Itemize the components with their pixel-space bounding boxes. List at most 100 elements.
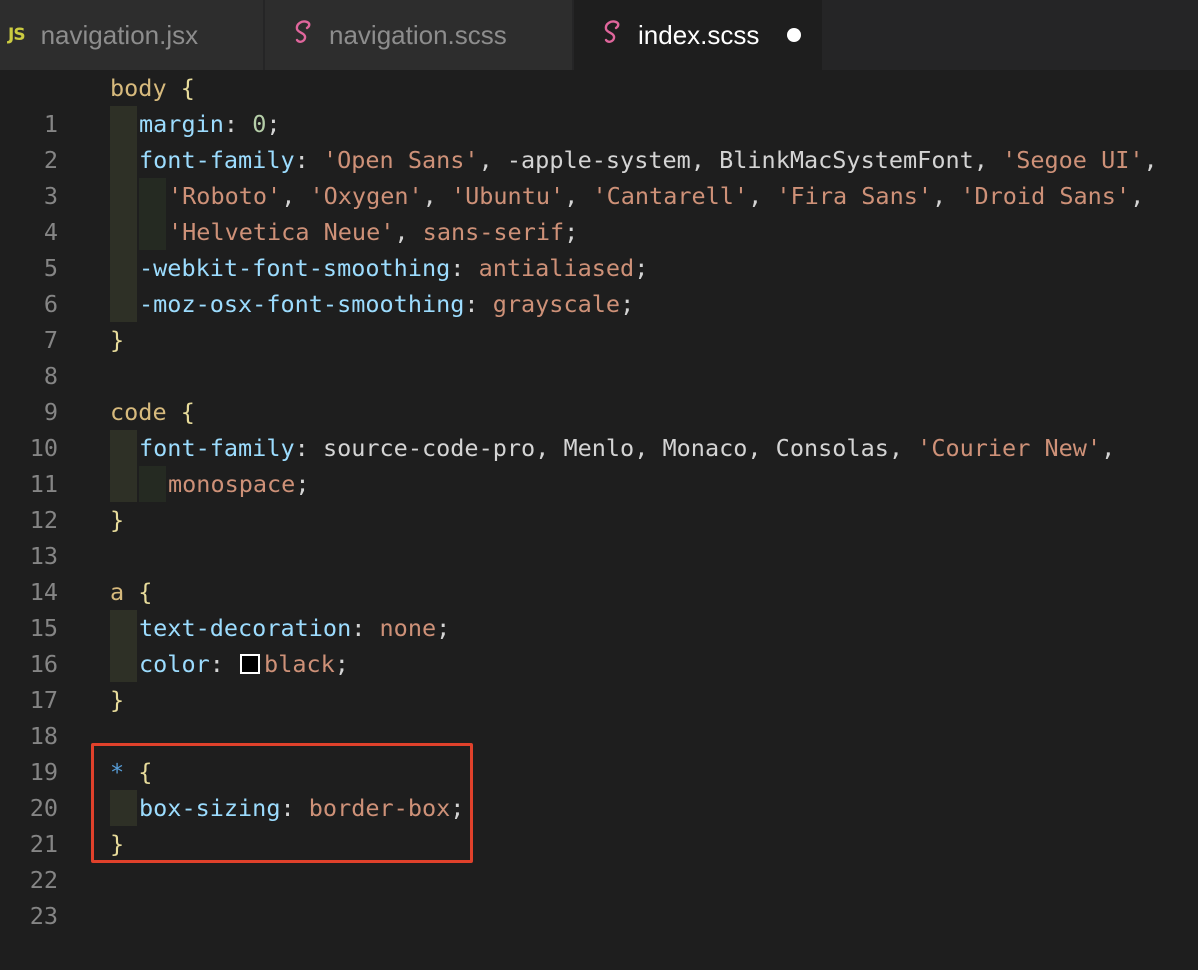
- indent-guide: [110, 286, 137, 322]
- code-line: 9: [0, 358, 1198, 426]
- tab-label: navigation.scss: [329, 19, 507, 50]
- comma: ,: [1130, 182, 1145, 210]
- indent-guide: [110, 178, 137, 214]
- colon: :: [209, 650, 239, 678]
- code-line: 18 }: [0, 682, 1198, 750]
- comma: ,: [281, 182, 310, 210]
- code-line: 17 color: black;: [0, 646, 1198, 714]
- indent-guide: [139, 178, 166, 214]
- colon: :: [294, 146, 323, 174]
- color-swatch-icon[interactable]: [240, 654, 261, 674]
- value: none: [379, 614, 437, 642]
- semicolon: ;: [334, 650, 349, 678]
- plain-text: , -apple-system, BlinkMacSystemFont,: [478, 146, 1003, 174]
- string: 'Open Sans': [322, 146, 479, 174]
- code-line: 11 font-family: source-code-pro, Menlo, …: [0, 430, 1198, 498]
- comma: ,: [932, 182, 961, 210]
- code-line: 5 'Helvetica Neue', sans-serif;: [0, 214, 1198, 282]
- semicolon: ;: [564, 218, 579, 246]
- indent-guide: [139, 466, 166, 502]
- indent-guide: [110, 142, 137, 178]
- selector: code: [110, 398, 167, 426]
- string: 'Oxygen': [309, 182, 423, 210]
- code-line: 4 'Roboto', 'Oxygen', 'Ubuntu', 'Cantare…: [0, 178, 1198, 246]
- code-line: 6 -webkit-font-smoothing: antialiased;: [0, 250, 1198, 318]
- string: 'Ubuntu': [450, 182, 565, 210]
- selector: a: [110, 578, 125, 606]
- value: black: [264, 650, 335, 678]
- semicolon: ;: [266, 110, 281, 138]
- code-line: 23: [0, 862, 1198, 930]
- string: 'Fira Sans': [776, 182, 933, 210]
- colon: :: [450, 254, 479, 282]
- string: 'Helvetica Neue': [168, 218, 395, 246]
- tab-label: index.scss: [638, 19, 760, 50]
- indent-guide: [110, 430, 137, 466]
- indent-guide: [110, 214, 137, 250]
- open-brace: {: [166, 74, 195, 102]
- property: font-family: [139, 146, 295, 174]
- property: margin: [139, 110, 224, 138]
- comma: ,: [1101, 434, 1116, 462]
- semicolon: ;: [620, 290, 635, 318]
- code-line: 2 margin: 0;: [0, 106, 1198, 174]
- value: sans-serif: [422, 218, 565, 246]
- value: monospace: [168, 470, 296, 498]
- string: 'Cantarell': [592, 182, 749, 210]
- comma: ,: [748, 182, 777, 210]
- property: color: [139, 650, 210, 678]
- tab-bar: JS navigation.jsx navigation.scss index.…: [0, 0, 1198, 70]
- tab-index-scss[interactable]: index.scss: [574, 0, 822, 70]
- property: -moz-osx-font-smoothing: [139, 290, 465, 318]
- string: 'Courier New': [917, 434, 1102, 462]
- close-brace: }: [110, 506, 125, 534]
- annotation-highlight-box: [91, 743, 473, 863]
- string: 'Droid Sans': [960, 182, 1131, 210]
- semicolon: ;: [436, 614, 451, 642]
- line-number: 23: [29, 902, 58, 930]
- property: -webkit-font-smoothing: [139, 254, 451, 282]
- string: 'Roboto': [168, 182, 282, 210]
- comma: ,: [394, 218, 423, 246]
- tab-navigation-jsx[interactable]: JS navigation.jsx: [0, 0, 265, 70]
- close-brace: }: [110, 326, 125, 354]
- unsaved-changes-dot-icon[interactable]: [787, 28, 802, 42]
- semicolon: ;: [295, 470, 310, 498]
- value: 0: [252, 110, 267, 138]
- semicolon: ;: [634, 254, 649, 282]
- comma: ,: [1143, 146, 1158, 174]
- code-line: 10 code {: [0, 394, 1198, 462]
- code-line: 14: [0, 538, 1198, 606]
- code-line: 13 }: [0, 502, 1198, 570]
- indent-guide: [110, 466, 137, 502]
- selector: body: [110, 74, 167, 102]
- colon: :: [351, 614, 380, 642]
- code-line: 1 body {: [0, 70, 1198, 138]
- code-line: 8 }: [0, 322, 1198, 390]
- value: antialiased: [478, 254, 635, 282]
- sass-icon: [602, 19, 624, 52]
- open-brace: {: [124, 578, 153, 606]
- indent-guide: [110, 646, 137, 682]
- value: grayscale: [492, 290, 621, 318]
- code-line: 16 text-decoration: none;: [0, 610, 1198, 678]
- open-brace: {: [166, 398, 195, 426]
- code-line: 12 monospace;: [0, 466, 1198, 534]
- comma: ,: [422, 182, 451, 210]
- close-brace: }: [110, 686, 125, 714]
- property: font-family: [139, 434, 295, 462]
- sass-icon: [293, 19, 315, 52]
- string: 'Segoe UI': [1002, 146, 1144, 174]
- indent-guide: [110, 106, 137, 142]
- code-line: 15 a {: [0, 574, 1198, 642]
- colon: :: [223, 110, 253, 138]
- code-editor[interactable]: 1 body { 2 margin: 0; 3 font-family: 'Op…: [0, 70, 1198, 930]
- tab-label: navigation.jsx: [40, 19, 199, 50]
- indent-guide: [139, 214, 166, 250]
- code-line: 3 font-family: 'Open Sans', -apple-syste…: [0, 142, 1198, 210]
- indent-guide: [110, 610, 137, 646]
- code-line: 7 -moz-osx-font-smoothing: grayscale;: [0, 286, 1198, 354]
- tab-navigation-scss[interactable]: navigation.scss: [265, 0, 574, 70]
- property: text-decoration: [139, 614, 352, 642]
- plain-text: source-code-pro, Menlo, Monaco, Consolas…: [322, 434, 918, 462]
